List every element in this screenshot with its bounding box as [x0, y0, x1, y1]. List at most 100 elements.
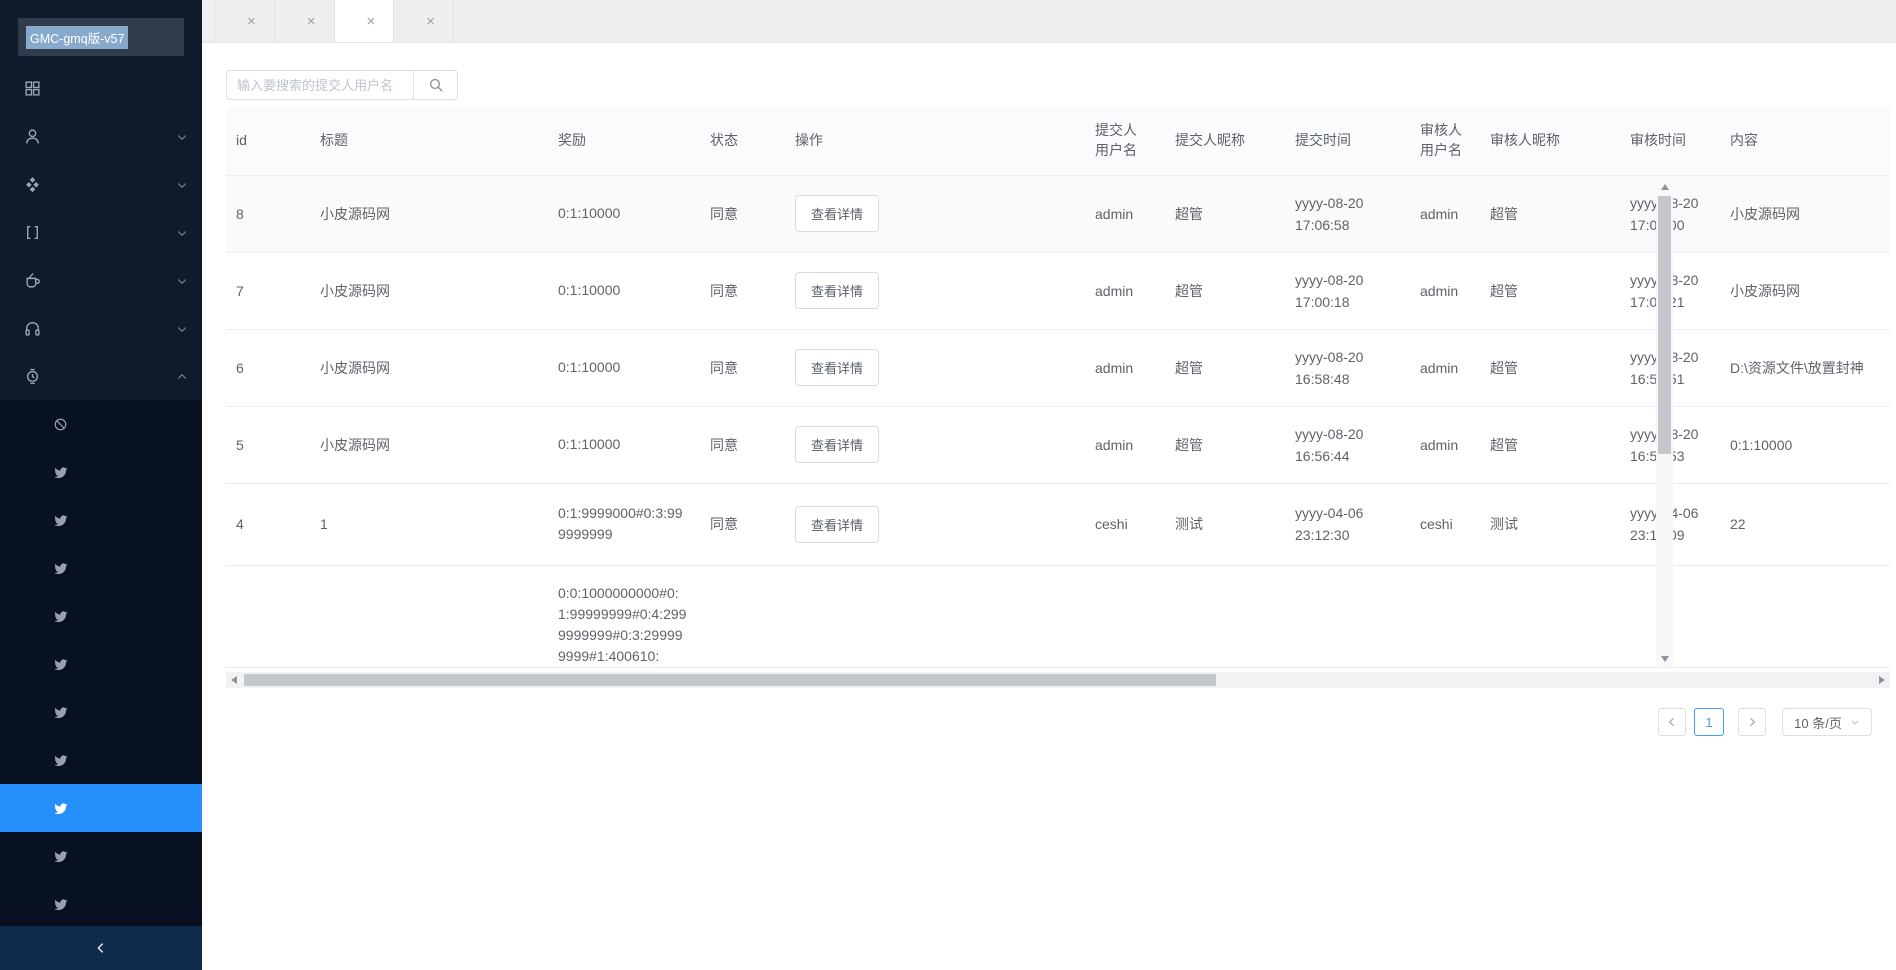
- column-header: 提交人昵称: [1165, 106, 1285, 175]
- action-cell: 查看详情: [785, 252, 1085, 329]
- column-header: 审核人 用户名: [1410, 106, 1480, 175]
- view-detail-button[interactable]: 查看详情: [795, 426, 879, 463]
- tab-close-icon[interactable]: ×: [247, 14, 256, 29]
- gm-submenu: [0, 400, 202, 928]
- cell-submit_nick: 测试: [1165, 483, 1285, 565]
- twitter-icon: [53, 897, 68, 912]
- table-row: 7小皮源码网0:1:10000同意查看详情admin超管yyyy-08-20 1…: [226, 252, 1890, 329]
- cell-content: [1720, 565, 1890, 668]
- sidebar-subitem-server-announce[interactable]: [0, 496, 202, 544]
- cell-submit_time: yyyy-08-20 17:00:18: [1285, 252, 1410, 329]
- cell-submit_nick: 超管: [1165, 406, 1285, 483]
- column-header: 操作: [785, 106, 1085, 175]
- sidebar-item-org-perms[interactable]: [0, 112, 202, 160]
- cell-content: 小皮源码网: [1720, 175, 1890, 252]
- cell-status: [700, 565, 785, 668]
- scroll-down-icon[interactable]: [1656, 652, 1673, 666]
- tab-mail-edit[interactable]: ×: [275, 0, 335, 42]
- pagination-next-button[interactable]: [1738, 708, 1766, 736]
- chevron-down-icon: [176, 179, 188, 191]
- twitter-icon: [53, 705, 68, 720]
- sidebar-subitem-recharge-rebate[interactable]: [0, 880, 202, 928]
- sidebar-item-cloud[interactable]: [0, 208, 202, 256]
- tab-mail-audit-noattach[interactable]: ×: [394, 0, 454, 42]
- page-size-select[interactable]: 10 条/页: [1782, 708, 1872, 736]
- cell-audit_user: admin: [1410, 175, 1480, 252]
- cell-audit_nick: 超管: [1480, 252, 1620, 329]
- cell-audit_user: [1410, 565, 1480, 668]
- scroll-right-icon[interactable]: [1874, 672, 1890, 688]
- horizontal-scrollbar[interactable]: [226, 672, 1890, 688]
- cell-audit_nick: 超管: [1480, 329, 1620, 406]
- search-icon: [428, 77, 444, 93]
- tab-mail-audit[interactable]: ×: [335, 0, 395, 42]
- sidebar-subitem-manual-pay[interactable]: [0, 640, 202, 688]
- scroll-left-icon[interactable]: [226, 672, 242, 688]
- cell-submit_nick: 超管: [1165, 175, 1285, 252]
- cell-content: D:\资源文件\放置封神: [1720, 329, 1890, 406]
- view-detail-button[interactable]: 查看详情: [795, 506, 879, 543]
- sidebar-item-gm[interactable]: [0, 352, 202, 400]
- horizontal-scrollbar-thumb[interactable]: [244, 674, 1216, 686]
- cell-submit_user: admin: [1085, 252, 1165, 329]
- column-header: 审核人昵称: [1480, 106, 1620, 175]
- cell-submit_nick: [1165, 565, 1285, 668]
- cell-reward: 0:0:1000000000#0:1:99999999#0:4:29999999…: [548, 565, 700, 668]
- sidebar-item-home[interactable]: [0, 64, 202, 112]
- sidebar-subitem-role-mute[interactable]: [0, 448, 202, 496]
- cell-status: 同意: [700, 175, 785, 252]
- sidebar-item-game-config[interactable]: [0, 256, 202, 304]
- tab-close-icon[interactable]: ×: [426, 14, 435, 29]
- tab-close-icon[interactable]: ×: [367, 14, 376, 29]
- column-header: 奖励: [548, 106, 700, 175]
- vertical-scrollbar[interactable]: [1656, 180, 1673, 666]
- sidebar-collapse-button[interactable]: [0, 926, 202, 970]
- table-row: 6小皮源码网0:1:10000同意查看详情admin超管yyyy-08-20 1…: [226, 329, 1890, 406]
- pagination-prev-button[interactable]: [1658, 708, 1686, 736]
- chevron-right-icon: [1746, 716, 1758, 728]
- pagination-page-1[interactable]: 1: [1694, 708, 1724, 736]
- sidebar-subitem-mail-audit[interactable]: [0, 784, 202, 832]
- view-detail-button[interactable]: 查看详情: [795, 349, 879, 386]
- sidebar-subitem-giftcode-generate[interactable]: [0, 544, 202, 592]
- search-button[interactable]: [414, 70, 458, 100]
- search-input[interactable]: [226, 70, 414, 100]
- cell-audit_user: ceshi: [1410, 483, 1480, 565]
- cell-reward: 0:1:10000: [548, 175, 700, 252]
- view-detail-button[interactable]: 查看详情: [795, 195, 879, 232]
- tab-close-icon[interactable]: ×: [307, 14, 316, 29]
- sidebar-subitem-mail-audit-noattach[interactable]: [0, 832, 202, 880]
- sidebar-item-game[interactable]: [0, 304, 202, 352]
- tab-home[interactable]: ×: [214, 0, 275, 42]
- mail-audit-table: id标题奖励状态操作提交人 用户名提交人昵称提交时间审核人 用户名审核人昵称审核…: [226, 106, 1890, 668]
- cell-id: 5: [226, 406, 310, 483]
- scroll-up-icon[interactable]: [1656, 180, 1673, 194]
- cell-id: 4: [226, 483, 310, 565]
- cell-submit_nick: 超管: [1165, 252, 1285, 329]
- cup-icon: [24, 272, 41, 289]
- view-detail-button[interactable]: 查看详情: [795, 272, 879, 309]
- cell-status: 同意: [700, 329, 785, 406]
- action-cell: [785, 565, 1085, 668]
- table-header-row: id标题奖励状态操作提交人 用户名提交人昵称提交时间审核人 用户名审核人昵称审核…: [226, 106, 1890, 175]
- cell-submit_time: yyyy-08-20 16:56:44: [1285, 406, 1410, 483]
- cell-submit_user: admin: [1085, 406, 1165, 483]
- sidebar-subitem-manual-pay-audit[interactable]: [0, 688, 202, 736]
- sidebar-subitem-giftcode-sent[interactable]: [0, 592, 202, 640]
- cell-reward: 0:1:10000: [548, 252, 700, 329]
- cell-title: 小皮源码网: [310, 252, 548, 329]
- cell-submit_time: yyyy-08-20 17:06:58: [1285, 175, 1410, 252]
- sidebar-subitem-role-freeze[interactable]: [0, 400, 202, 448]
- tab-bar: × × × ×: [202, 0, 1896, 43]
- sidebar-subitem-mail-edit[interactable]: [0, 736, 202, 784]
- column-header: 提交人 用户名: [1085, 106, 1165, 175]
- sidebar-item-platform[interactable]: [0, 160, 202, 208]
- cell-id: 8: [226, 175, 310, 252]
- chevron-up-icon: [176, 371, 188, 383]
- vertical-scrollbar-thumb[interactable]: [1658, 196, 1671, 454]
- headset-icon: [24, 320, 41, 337]
- cell-submit_time: [1285, 565, 1410, 668]
- action-cell: 查看详情: [785, 329, 1085, 406]
- twitter-icon: [53, 849, 68, 864]
- table-body: 8小皮源码网0:1:10000同意查看详情admin超管yyyy-08-20 1…: [226, 175, 1890, 668]
